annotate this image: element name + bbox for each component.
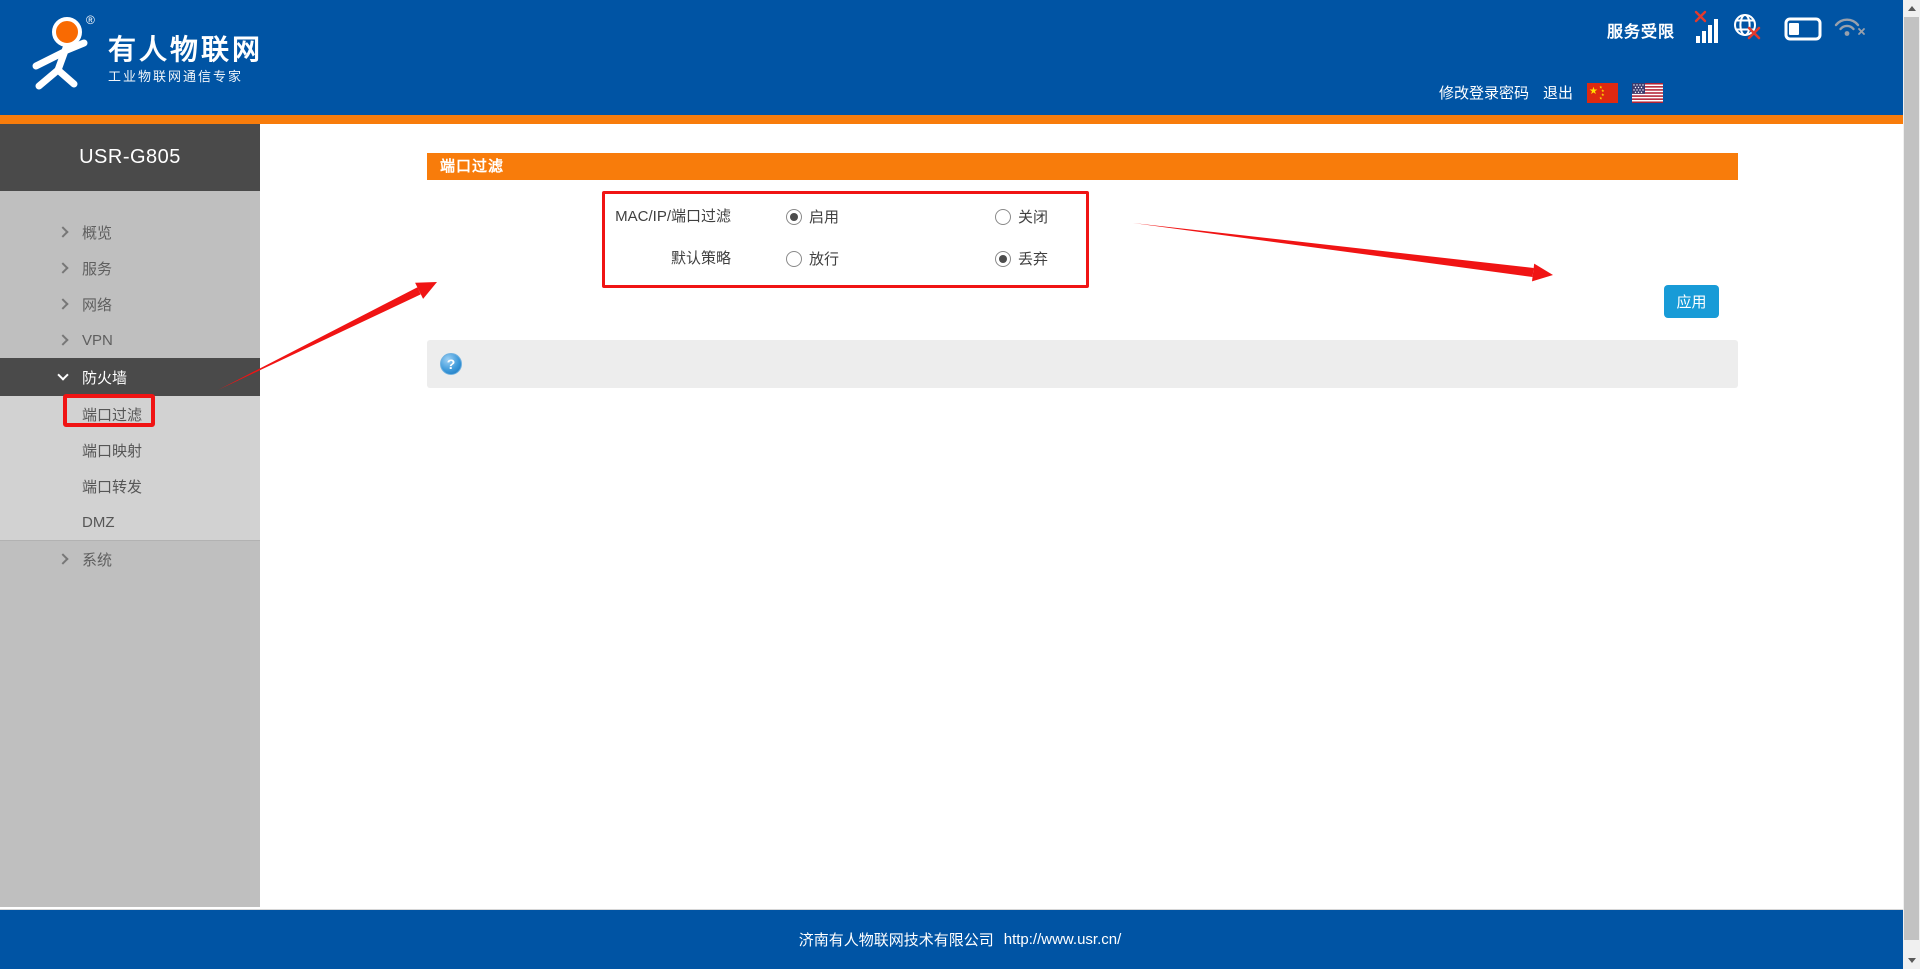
radio-option-disable: 关闭 (995, 206, 1048, 227)
vertical-scrollbar[interactable] (1903, 0, 1920, 969)
sidebar-item-label: 服务 (82, 258, 112, 279)
help-bar: ? (427, 340, 1738, 388)
change-password-link[interactable]: 修改登录密码 (1439, 82, 1529, 103)
sidebar-item-label: 系统 (82, 549, 112, 570)
sidebar-item-services[interactable]: 服务 (0, 250, 260, 286)
svg-text:★: ★ (1599, 95, 1603, 100)
flag-china-icon[interactable]: ★ ★ ★ ★ ★ (1587, 83, 1618, 103)
form-label-mac-ip-port-filter: MAC/IP/端口过滤 (601, 205, 731, 226)
sidebar-item-label: 防火墙 (82, 367, 127, 388)
signal-strength-icon (1694, 10, 1722, 44)
sidebar-subitem-label: 端口映射 (82, 440, 142, 461)
panel-title: 端口过滤 (427, 153, 1738, 180)
radio-disable[interactable] (995, 209, 1011, 225)
service-status-label: 服务受限 (1607, 18, 1675, 42)
sim-card-icon (1784, 17, 1822, 41)
sidebar-subitem-label: 端口过滤 (82, 404, 142, 425)
footer-company: 济南有人物联网技术有限公司 (799, 929, 994, 950)
top-header: ® 有人物联网 工业物联网通信专家 服务受限 (0, 0, 1903, 115)
sidebar-nav: 概览 服务 网络 VPN 防火墙 端口过滤 (0, 214, 260, 577)
radio-label: 关闭 (1018, 206, 1048, 227)
help-icon[interactable]: ? (440, 353, 462, 375)
chevron-right-icon (57, 262, 68, 273)
sidebar-item-label: 网络 (82, 294, 112, 315)
annotation-arrows (0, 0, 1920, 969)
brand-logo-icon: ® (22, 12, 106, 100)
scrollbar-down-button[interactable] (1903, 952, 1920, 969)
radio-option-drop: 丢弃 (995, 248, 1048, 269)
account-links: 修改登录密码 退出 ★ ★ ★ ★ ★ (1439, 82, 1663, 103)
radio-enable[interactable] (786, 209, 802, 225)
triangle-down-icon (1908, 958, 1916, 963)
chevron-down-icon (57, 369, 68, 380)
radio-label: 丢弃 (1018, 248, 1048, 269)
svg-text:★: ★ (1589, 86, 1598, 97)
sidebar-subitem-label: DMZ (82, 514, 115, 531)
radio-label: 放行 (809, 248, 839, 269)
footer: 济南有人物联网技术有限公司 http://www.usr.cn/ (0, 909, 1920, 969)
radio-option-enable: 启用 (786, 206, 839, 227)
annotation-arrowhead (415, 282, 437, 299)
sidebar-item-network[interactable]: 网络 (0, 286, 260, 322)
brand-title: 有人物联网 (108, 28, 263, 68)
scrollbar-thumb[interactable] (1904, 17, 1919, 940)
sidebar-item-label: VPN (82, 332, 113, 349)
scrollbar-up-button[interactable] (1903, 0, 1920, 17)
chevron-right-icon (57, 298, 68, 309)
annotation-arrowhead (1532, 264, 1553, 282)
wifi-icon (1834, 16, 1866, 38)
sidebar-item-vpn[interactable]: VPN (0, 322, 260, 358)
radio-allow[interactable] (786, 251, 802, 267)
triangle-up-icon (1908, 6, 1916, 11)
radio-option-allow: 放行 (786, 248, 839, 269)
chevron-right-icon (57, 553, 68, 564)
form-label-default-policy: 默认策略 (601, 247, 731, 268)
flag-usa-icon[interactable] (1632, 83, 1663, 103)
brand-slogan: 工业物联网通信专家 (108, 66, 243, 85)
logout-link[interactable]: 退出 (1543, 82, 1573, 103)
radio-label: 启用 (809, 206, 839, 227)
sidebar: USR-G805 概览 服务 网络 VPN 防火墙 (0, 124, 260, 907)
sidebar-item-firewall[interactable]: 防火墙 (0, 358, 260, 396)
sidebar-subitem-label: 端口转发 (82, 476, 142, 497)
sidebar-subitem-dmz[interactable]: DMZ (0, 504, 260, 540)
apply-button[interactable]: 应用 (1664, 285, 1719, 318)
firewall-submenu: 端口过滤 端口映射 端口转发 DMZ (0, 396, 260, 541)
svg-text:®: ® (86, 13, 95, 27)
header-accent-stripe (0, 115, 1903, 124)
network-globe-icon (1733, 13, 1762, 42)
annotation-arrow-shaft (1133, 223, 1534, 277)
radio-drop[interactable] (995, 251, 1011, 267)
device-name: USR-G805 (0, 124, 260, 191)
sidebar-subitem-port-forwarding[interactable]: 端口转发 (0, 468, 260, 504)
sidebar-item-label: 概览 (82, 222, 112, 243)
footer-url[interactable]: http://www.usr.cn/ (1004, 931, 1122, 948)
sidebar-item-overview[interactable]: 概览 (0, 214, 260, 250)
chevron-right-icon (57, 226, 68, 237)
page: ® 有人物联网 工业物联网通信专家 服务受限 (0, 0, 1920, 969)
sidebar-subitem-port-mapping[interactable]: 端口映射 (0, 432, 260, 468)
sidebar-subitem-port-filter[interactable]: 端口过滤 (0, 396, 260, 432)
sidebar-item-system[interactable]: 系统 (0, 541, 260, 577)
chevron-right-icon (57, 334, 68, 345)
